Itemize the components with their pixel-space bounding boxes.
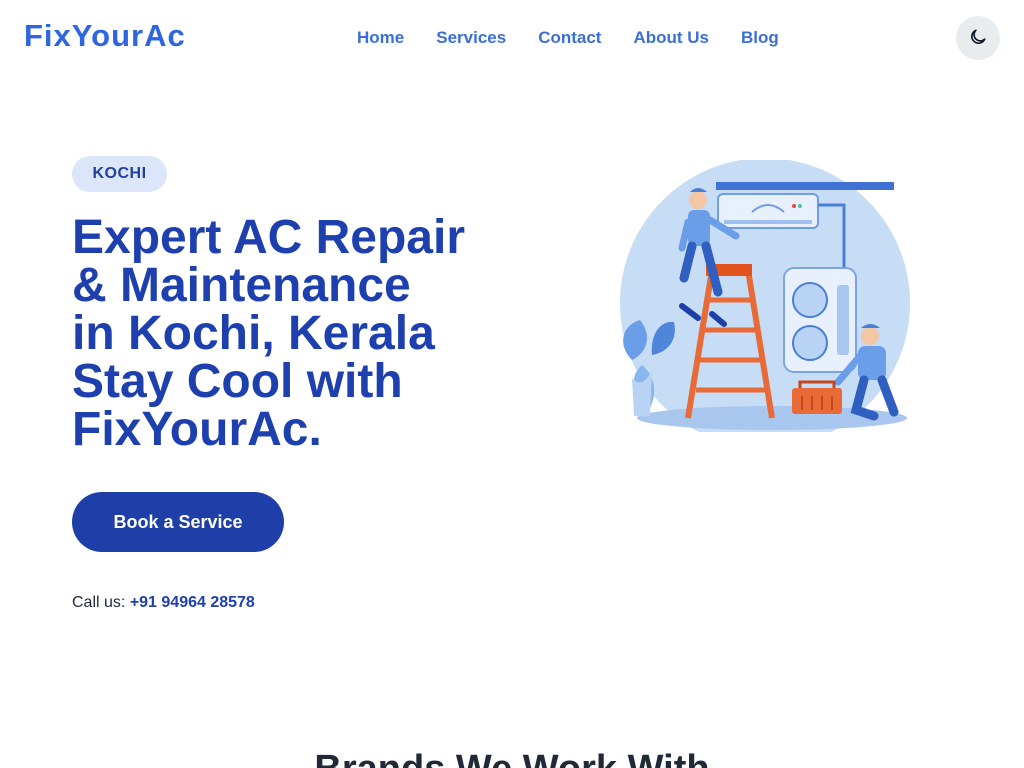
hero-title-line: Expert AC Repair (72, 211, 465, 264)
hero-title-line: & Maintenance (72, 259, 411, 312)
nav-blog-link[interactable]: Blog (741, 28, 779, 48)
nav-about-link[interactable]: About Us (633, 28, 709, 48)
ac-technicians-illustration (612, 158, 912, 448)
call-us-label: Call us: (72, 594, 126, 611)
hero-title-line: in Kochi, Kerala (72, 307, 435, 360)
hero-title-line: Stay Cool with (72, 355, 403, 408)
nav-services-link[interactable]: Services (436, 28, 506, 48)
brands-section-title: Brands We Work With (0, 748, 1024, 768)
location-badge: KOCHI (72, 156, 167, 192)
call-us-line: Call us: +91 94964 28578 (72, 594, 255, 612)
nav-contact-link[interactable]: Contact (538, 28, 601, 48)
moon-icon (968, 27, 988, 50)
site-logo[interactable]: FixYourAc (24, 18, 186, 54)
main-nav: Home Services Contact About Us Blog (357, 28, 779, 48)
hero-title-line: FixYourAc. (72, 403, 322, 456)
nav-home-link[interactable]: Home (357, 28, 404, 48)
theme-toggle-button[interactable] (956, 16, 1000, 60)
site-header: FixYourAc Home Services Contact About Us… (0, 0, 1024, 76)
phone-link[interactable]: +91 94964 28578 (130, 594, 255, 611)
hero-title: Expert AC Repair & Maintenance in Kochi,… (72, 214, 512, 454)
book-service-button[interactable]: Book a Service (72, 492, 284, 552)
